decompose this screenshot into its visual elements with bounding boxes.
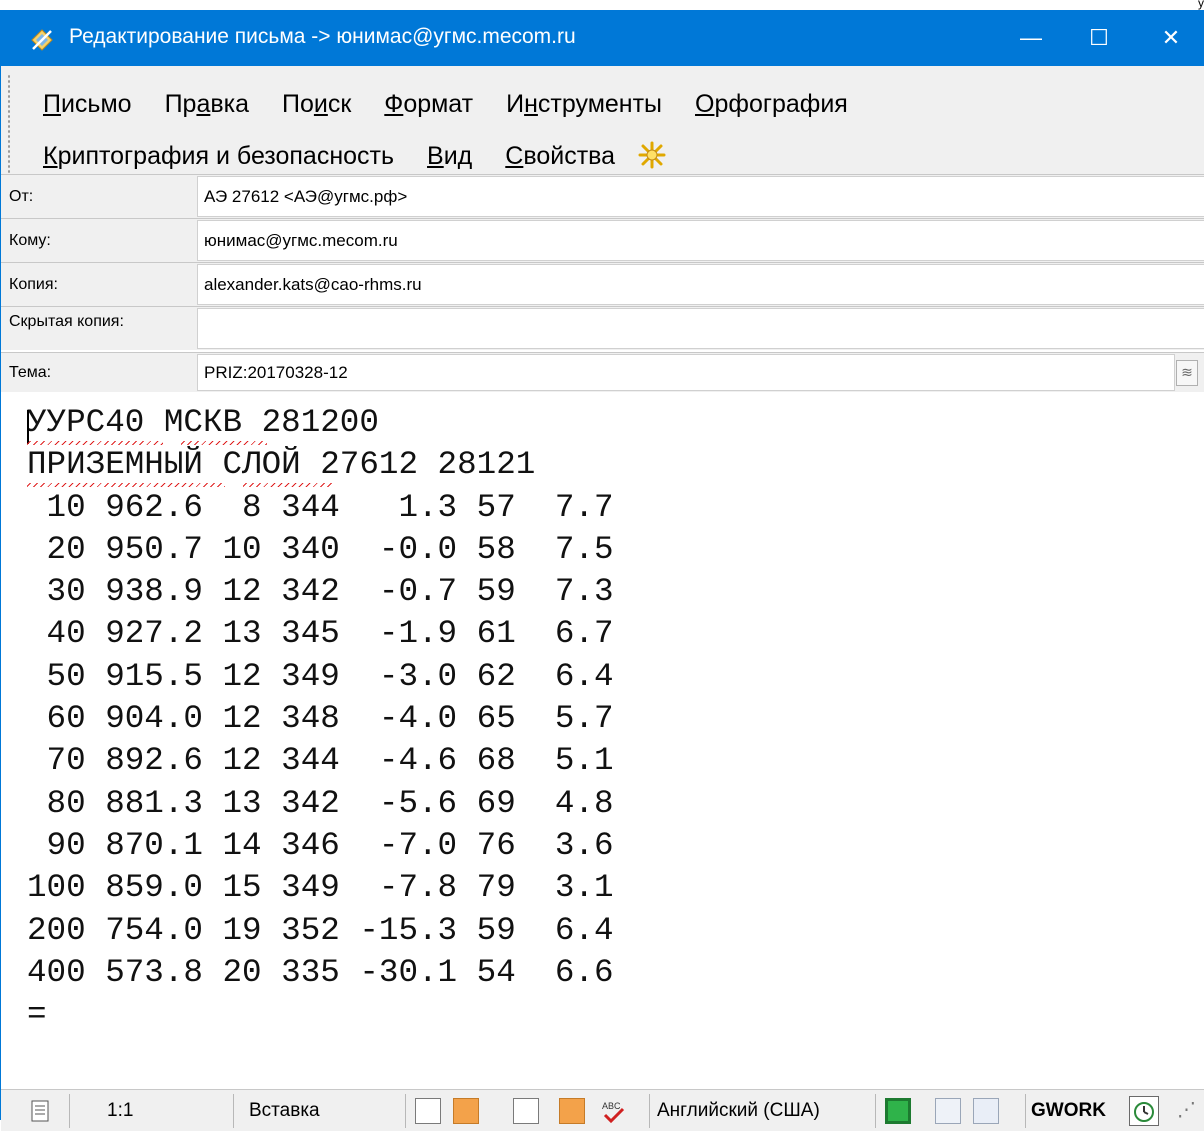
spellcheck-icon[interactable]: ABC bbox=[601, 1098, 627, 1124]
menu-search[interactable]: Поиск bbox=[282, 90, 351, 119]
message-body[interactable]: УУРС40 МСКВ 281200 ПРИЗЕМНЫЙ СЛОЙ 27612 … bbox=[1, 402, 1204, 1089]
subject-label: Тема: bbox=[9, 363, 52, 381]
desktop-strip: у bbox=[0, 0, 1204, 10]
cc-field[interactable]: alexander.kats@cao-rhms.ru bbox=[197, 264, 1204, 305]
spell-error-underline bbox=[243, 483, 333, 487]
menu-row-2: Криптография и безопасность Вид Свойства bbox=[43, 140, 667, 171]
wrap-right-icon[interactable] bbox=[559, 1098, 585, 1124]
from-label: От: bbox=[9, 187, 34, 205]
message-editor-window: Редактирование письма -> юнимас@угмс.mec… bbox=[0, 10, 1204, 1131]
profile-name[interactable]: GWORK bbox=[1031, 1090, 1106, 1131]
corner-text: у bbox=[1198, 0, 1204, 10]
to-field[interactable]: юнимас@угмс.mecom.ru bbox=[197, 220, 1204, 261]
message-body-text: УУРС40 МСКВ 281200 ПРИЗЕМНЫЙ СЛОЙ 27612 … bbox=[27, 404, 614, 1034]
to-row: Кому: юнимас@угмс.mecom.ru bbox=[1, 218, 1204, 262]
menu-properties[interactable]: Свойства bbox=[505, 142, 615, 171]
status-bar: 1:1 Вставка ABC Английский (США) GWORK ⋰ bbox=[1, 1089, 1204, 1131]
wrap-left-icon[interactable] bbox=[453, 1098, 479, 1124]
receipt-icon[interactable] bbox=[973, 1098, 999, 1124]
cursor-position: 1:1 bbox=[107, 1099, 134, 1121]
minimize-button[interactable]: — bbox=[997, 10, 1065, 66]
toolbar-grip-icon[interactable] bbox=[7, 74, 11, 174]
subject-field[interactable]: PRIZ:20170328-12 bbox=[197, 354, 1175, 391]
edit-letter-icon bbox=[31, 29, 53, 51]
wrap-center-icon[interactable] bbox=[513, 1098, 539, 1124]
expand-headers-icon[interactable]: ≋ bbox=[1176, 360, 1198, 386]
close-icon: ✕ bbox=[1161, 25, 1181, 50]
menu-format[interactable]: Формат bbox=[384, 90, 473, 119]
menu-view[interactable]: Вид bbox=[427, 142, 472, 171]
close-button[interactable]: ✕ bbox=[1137, 10, 1204, 66]
bcc-field[interactable] bbox=[197, 308, 1204, 349]
spell-error-underline bbox=[27, 441, 163, 445]
text-caret bbox=[27, 410, 29, 444]
menu-edit[interactable]: Правка bbox=[165, 90, 249, 119]
status-green-icon[interactable] bbox=[885, 1098, 911, 1124]
menu-crypto-security[interactable]: Криптография и безопасность bbox=[43, 142, 394, 171]
to-label: Кому: bbox=[9, 231, 51, 249]
spell-error-underline bbox=[181, 441, 267, 445]
bcc-label: Скрытая копия: bbox=[9, 313, 124, 330]
window-title: Редактирование письма -> юнимас@угмс.mec… bbox=[69, 25, 576, 48]
minimize-icon: — bbox=[1020, 25, 1042, 50]
menu-bar: Письмо Правка Поиск Формат Инструменты О… bbox=[1, 66, 1204, 184]
title-bar[interactable]: Редактирование письма -> юнимас@угмс.mec… bbox=[1, 10, 1204, 66]
subject-row: Тема: PRIZ:20170328-12 bbox=[1, 352, 1204, 392]
menu-spelling[interactable]: Орфография bbox=[695, 90, 848, 119]
sparkle-icon[interactable] bbox=[637, 140, 667, 170]
insert-mode[interactable]: Вставка bbox=[249, 1090, 320, 1131]
maximize-button[interactable]: ☐ bbox=[1065, 10, 1133, 66]
svg-text:ABC: ABC bbox=[602, 1101, 621, 1111]
bcc-row: Скрытая копия: bbox=[1, 306, 1204, 350]
cc-row: Копия: alexander.kats@cao-rhms.ru bbox=[1, 262, 1204, 306]
timer-icon[interactable] bbox=[1129, 1096, 1159, 1126]
language-indicator[interactable]: Английский (США) bbox=[657, 1090, 820, 1131]
maximize-icon: ☐ bbox=[1089, 25, 1109, 50]
menu-row-1: Письмо Правка Поиск Формат Инструменты О… bbox=[43, 90, 881, 119]
resize-grip-icon[interactable]: ⋰ bbox=[1177, 1090, 1196, 1131]
document-icon[interactable] bbox=[31, 1100, 49, 1122]
menu-tools[interactable]: Инструменты bbox=[506, 90, 662, 119]
plain-text-icon[interactable] bbox=[415, 1098, 441, 1124]
cc-label: Копия: bbox=[9, 275, 58, 293]
spell-error-underline bbox=[27, 483, 225, 487]
menu-letter[interactable]: Письмо bbox=[43, 90, 132, 119]
from-row: От: АЭ 27612 <АЭ@угмс.рф> bbox=[1, 174, 1204, 218]
envelope-check-icon[interactable] bbox=[935, 1098, 961, 1124]
from-field[interactable]: АЭ 27612 <АЭ@угмс.рф> bbox=[197, 176, 1204, 217]
